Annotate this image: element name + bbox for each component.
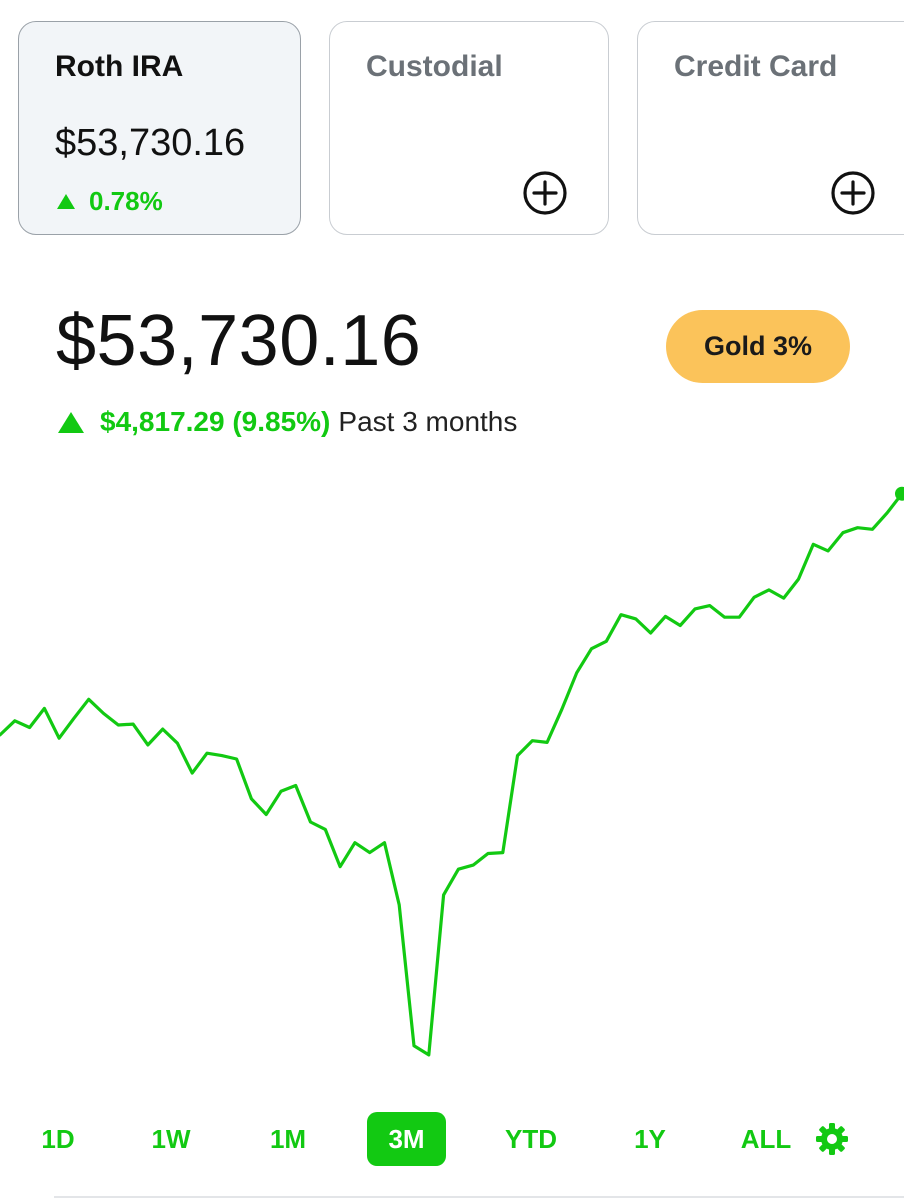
- account-card-change-percent: 0.78%: [89, 186, 163, 216]
- account-card-title: Custodial: [366, 50, 503, 83]
- range-button-1w[interactable]: 1W: [141, 1112, 201, 1166]
- range-button-1d[interactable]: 1D: [28, 1112, 88, 1166]
- gold-badge-button[interactable]: Gold 3%: [666, 310, 850, 383]
- range-selector: 1D 1W 1M 3M YTD 1Y ALL: [0, 1112, 904, 1168]
- account-card-value: $53,730.16: [55, 122, 246, 164]
- range-button-all[interactable]: ALL: [734, 1112, 798, 1166]
- plus-circle-icon[interactable]: [830, 170, 876, 216]
- range-button-1y[interactable]: 1Y: [620, 1112, 680, 1166]
- portfolio-change-amount: $4,817.29 (9.85%): [100, 406, 331, 437]
- chart-series-line: [0, 492, 904, 1057]
- range-button-ytd[interactable]: YTD: [494, 1112, 568, 1166]
- bottom-divider: [54, 1196, 904, 1198]
- range-button-1m[interactable]: 1M: [258, 1112, 318, 1166]
- portfolio-change: $4,817.29 (9.85%) Past 3 months: [58, 406, 517, 438]
- account-card-custodial[interactable]: Custodial: [329, 21, 609, 235]
- account-card-title: Credit Card: [674, 50, 838, 83]
- portfolio-change-period: Past 3 months: [338, 406, 518, 437]
- plus-circle-icon[interactable]: [522, 170, 568, 216]
- portfolio-value: $53,730.16: [56, 301, 422, 381]
- up-triangle-icon: [57, 194, 75, 209]
- up-triangle-icon: [58, 411, 84, 433]
- range-button-3m[interactable]: 3M: [367, 1112, 446, 1166]
- account-card-change: 0.78%: [57, 186, 163, 217]
- chart-current-point: [895, 486, 904, 501]
- gear-icon[interactable]: [815, 1122, 849, 1156]
- account-card-title: Roth IRA: [55, 50, 184, 83]
- account-card-credit-card[interactable]: Credit Card: [637, 21, 904, 235]
- account-card-roth-ira[interactable]: Roth IRA $53,730.16 0.78%: [18, 21, 301, 235]
